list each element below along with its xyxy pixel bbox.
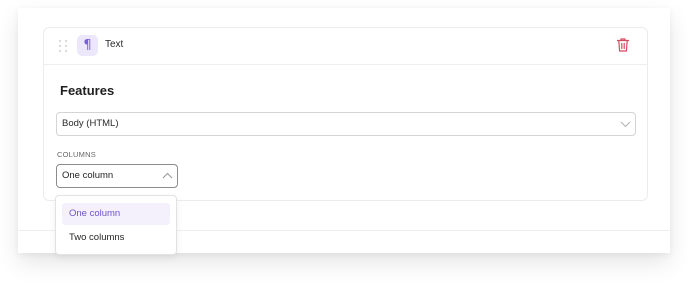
trash-icon[interactable] [616,37,630,53]
body-format-value: Body (HTML) [62,118,119,129]
chevron-down-icon [620,121,631,128]
block-type-label: Text [105,39,124,50]
content-block-card: ¶ Text Features Body (HTML) COLUMNS One … [43,27,648,201]
columns-dropdown-menu: One column Two columns [55,195,177,255]
section-title: Features [60,83,115,98]
columns-select-value: One column [62,170,114,181]
option-one-column[interactable]: One column [62,203,170,225]
paragraph-icon: ¶ [77,35,98,56]
columns-select[interactable]: One column [56,164,178,188]
drag-handle-icon[interactable] [59,40,67,53]
block-header: ¶ Text [44,28,647,65]
option-two-columns[interactable]: Two columns [62,227,170,249]
chevron-up-icon [162,172,173,179]
columns-label: COLUMNS [57,150,96,159]
body-format-select[interactable]: Body (HTML) [56,112,636,136]
